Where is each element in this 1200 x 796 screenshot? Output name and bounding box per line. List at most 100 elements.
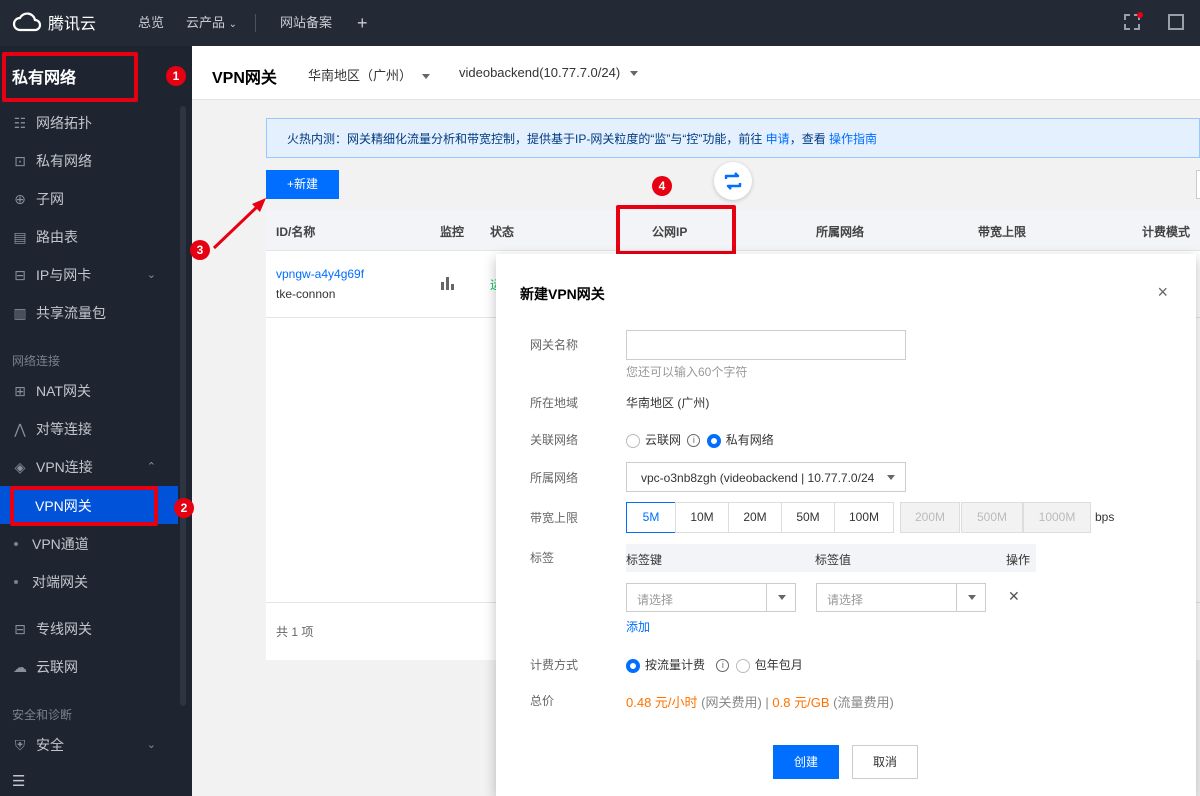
nav-add-button[interactable]: + xyxy=(357,0,368,46)
remove-tag-icon[interactable]: ✕ xyxy=(1008,588,1020,605)
chevron-down-icon[interactable]: ⌄ xyxy=(147,738,156,751)
sidebar-item-peer[interactable]: ⋀ 对等连接 xyxy=(12,418,92,440)
sidebar-item-security[interactable]: ⛨ 安全 xyxy=(12,734,64,756)
create-button[interactable]: 创建 xyxy=(773,745,839,779)
annotation-badge-2: 2 xyxy=(174,498,194,518)
brand-logo[interactable]: 腾讯云 xyxy=(12,10,96,34)
topology-icon: ☷ xyxy=(13,114,27,131)
sidebar-item-label: 专线网关 xyxy=(36,621,92,637)
page-title: VPN网关 xyxy=(212,70,277,87)
dc-icon: ⊟ xyxy=(14,620,26,637)
tag-value-placeholder: 请选择 xyxy=(827,593,864,607)
bw-option-5m[interactable]: 5M xyxy=(626,502,676,533)
sidebar-item-label: 安全 xyxy=(36,737,64,753)
nat-icon: ⊞ xyxy=(14,382,26,399)
notice-apply-link[interactable]: 申请 xyxy=(766,132,790,146)
tag-ops-header: 操作 xyxy=(1006,553,1031,567)
nic-icon: ⊟ xyxy=(14,266,26,283)
chevron-up-icon[interactable]: ⌃ xyxy=(147,460,156,473)
sidebar-sub-customer-gateway[interactable]: 对端网关 xyxy=(14,572,88,592)
sidebar-item-label: 子网 xyxy=(36,191,64,207)
new-button[interactable]: +新建 xyxy=(266,170,339,199)
radio-pay-by-traffic[interactable]: 按流量计费 xyxy=(626,658,706,673)
sidebar-item-nat[interactable]: ⊞ NAT网关 xyxy=(12,380,91,402)
chart-icon: ▥ xyxy=(13,304,27,321)
sidebar: 私有网络 ☷ 网络拓扑 ⊡ 私有网络 ⊕ 子网 ▤ 路由表 ⊟ IP与网卡 ⌄ ▥ 共享流量… xyxy=(0,46,192,796)
sidebar-scrollbar[interactable] xyxy=(180,106,186,706)
sidebar-sub-vpn-tunnel[interactable]: VPN通道 xyxy=(14,534,89,554)
add-tag-link[interactable]: 添加 xyxy=(626,618,650,635)
traffic-price-note: (流量费用) xyxy=(829,695,894,710)
sidebar-item-label: 私有网络 xyxy=(36,153,92,169)
collapse-menu-icon[interactable]: ☰ xyxy=(12,772,25,790)
sidebar-item-dc[interactable]: ⊟ 专线网关 xyxy=(12,618,92,640)
sidebar-item-subnet[interactable]: ⊕ 子网 xyxy=(12,188,64,210)
region-label: 所在地域 xyxy=(530,396,579,410)
gateway-name-input[interactable] xyxy=(626,330,906,360)
sidebar-item-label: 路由表 xyxy=(36,229,78,245)
page-header: VPN网关 华南地区（广州） videobackend(10.77.7.0/24… xyxy=(192,46,1200,100)
sidebar-item-ccn[interactable]: ☁ 云联网 xyxy=(12,656,78,678)
select-divider xyxy=(956,584,957,611)
vpc-label: 所属网络 xyxy=(530,471,579,485)
vpc-select[interactable]: vpc-o3nb8zgh (videobackend | 10.77.7.0/2… xyxy=(626,462,906,492)
cloud-logo-icon xyxy=(12,12,42,32)
peer-icon: ⋀ xyxy=(14,420,26,437)
sidebar-item-vpn[interactable]: ◈ VPN连接 xyxy=(12,456,93,478)
price-label: 总价 xyxy=(530,694,555,708)
notice-text: 火热内测：网关精细化流量分析和带宽控制，提供基于IP-网关粒度的“监”与“控”功… xyxy=(287,132,763,146)
col-vpc: 所属网络 xyxy=(816,225,865,239)
bw-option-100m[interactable]: 100M xyxy=(834,502,894,533)
refresh-button[interactable] xyxy=(714,162,752,200)
info-icon[interactable]: i xyxy=(716,659,730,673)
annotation-arrow-3 xyxy=(212,198,266,250)
notice-guide-link[interactable]: 操作指南 xyxy=(829,132,877,146)
assoc-network-options: 云联网 i 私有网络 xyxy=(626,431,774,448)
bw-option-50m[interactable]: 50M xyxy=(781,502,835,533)
cancel-button[interactable]: 取消 xyxy=(852,745,918,779)
sidebar-group-security: 安全和诊断 xyxy=(12,708,73,722)
nav-beian[interactable]: 网站备案 xyxy=(280,0,332,46)
info-icon[interactable]: i xyxy=(687,434,701,448)
radio-vpc-label: 私有网络 xyxy=(725,433,774,447)
sidebar-item-route[interactable]: ▤ 路由表 xyxy=(12,226,78,248)
globe-icon: ⊕ xyxy=(14,190,26,207)
bandwidth-label: 带宽上限 xyxy=(530,511,579,525)
gateway-price-note: (网关费用) | xyxy=(697,695,773,710)
region-select[interactable]: 华南地区（广州） xyxy=(308,65,430,84)
tag-value-header: 标签值 xyxy=(815,553,852,567)
annotation-badge-4: 4 xyxy=(652,176,672,196)
refresh-icon xyxy=(724,172,742,190)
radio-monthly[interactable]: 包年包月 xyxy=(735,658,803,673)
radio-circle xyxy=(735,658,750,673)
bw-option-20m[interactable]: 20M xyxy=(728,502,782,533)
region-value: 华南地区 (广州) xyxy=(626,396,710,410)
sidebar-item-ip[interactable]: ⊟ IP与网卡 xyxy=(12,264,91,286)
nav-products[interactable]: 云产品 ⌄ xyxy=(186,0,237,46)
radio-pay-by-traffic-label: 按流量计费 xyxy=(645,658,706,672)
vpc-select-value: vpc-o3nb8zgh (videobackend | 10.77.7.0/2… xyxy=(641,471,875,485)
sidebar-item-traffic[interactable]: ▥ 共享流量包 xyxy=(12,302,106,324)
bw-option-10m[interactable]: 10M xyxy=(675,502,729,533)
ccn-icon: ☁ xyxy=(13,658,27,675)
gateway-id-link[interactable]: vpngw-a4y4g69f xyxy=(276,267,364,281)
tag-value-select[interactable]: 请选择 xyxy=(816,583,986,612)
radio-ccn[interactable]: 云联网 xyxy=(626,433,681,448)
gateway-name-hint: 您还可以输入60个字符 xyxy=(626,365,748,379)
tag-key-placeholder: 请选择 xyxy=(637,593,674,607)
nav-overview[interactable]: 总览 xyxy=(138,0,164,46)
scan-icon[interactable] xyxy=(1168,14,1184,30)
tag-key-select[interactable]: 请选择 xyxy=(626,583,796,612)
sidebar-item-vpc[interactable]: ⊡ 私有网络 xyxy=(12,150,92,172)
col-bandwidth: 带宽上限 xyxy=(978,225,1027,239)
monitor-bar-icon[interactable] xyxy=(441,276,455,290)
chevron-down-icon: ⌄ xyxy=(228,19,238,30)
radio-vpc[interactable]: 私有网络 xyxy=(706,433,774,448)
chevron-down-icon[interactable]: ⌄ xyxy=(147,268,156,281)
sidebar-group-connect: 网络连接 xyxy=(12,354,61,368)
doc-icon: ▤ xyxy=(13,228,27,245)
close-icon[interactable]: × xyxy=(1157,282,1168,303)
vpc-select[interactable]: videobackend(10.77.7.0/24) xyxy=(459,65,638,80)
top-bar: 腾讯云 总览 云产品 ⌄ 网站备案 + xyxy=(0,0,1200,46)
sidebar-item-topology[interactable]: ☷ 网络拓扑 xyxy=(12,112,92,134)
